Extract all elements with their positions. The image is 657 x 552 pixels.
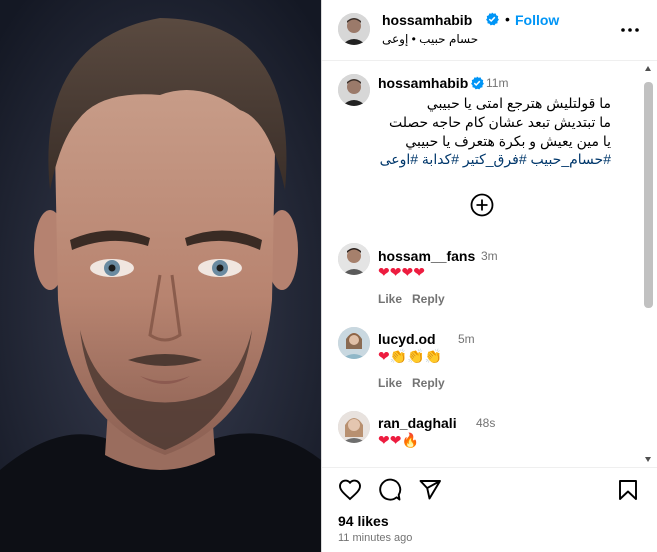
instagram-post-modal: hossamhabib • Follow حسام حبيب • إوعى ho… (0, 0, 657, 552)
post-side-panel: hossamhabib • Follow حسام حبيب • إوعى ho… (321, 0, 657, 552)
caption-avatar-image (338, 74, 370, 106)
comments-scrollbar[interactable] (644, 63, 653, 465)
bookmark-icon[interactable] (616, 478, 640, 502)
commenter-avatar-image (338, 243, 370, 275)
comment-avatar[interactable] (338, 327, 370, 359)
comment-time: 48s (476, 416, 496, 430)
comment-username[interactable]: ran_daghali (378, 415, 457, 431)
caption-line-3: يا مين يعيش و بكرة هتعرف يا حبيبي (405, 133, 611, 149)
comment-text: ❤👏👏👏 (378, 348, 443, 364)
comment-like-button[interactable]: Like (378, 292, 402, 306)
caption-hashtags[interactable]: #حسام_حبيب #فرق_كتير #كدابة #اوعى (380, 151, 611, 168)
follow-button[interactable]: Follow (515, 12, 559, 28)
caption-time: 11m (486, 76, 509, 90)
caption-verified-icon (471, 76, 484, 90)
verified-badge-icon (486, 12, 499, 26)
post-header: hossamhabib • Follow حسام حبيب • إوعى (322, 0, 657, 61)
comment-avatar[interactable] (338, 243, 370, 275)
author-avatar[interactable] (338, 13, 370, 45)
post-timestamp[interactable]: 11 minutes ago (338, 532, 412, 544)
share-icon[interactable] (418, 478, 442, 502)
audio-label[interactable]: حسام حبيب • إوعى (382, 32, 492, 46)
scroll-up-arrow-icon[interactable] (645, 66, 651, 71)
caption-line-1: ما قولتليش هترجع امتى يا حبيبي (426, 95, 611, 111)
like-heart-icon[interactable] (338, 478, 362, 502)
comment-like-button[interactable]: Like (378, 376, 402, 390)
comments-section[interactable]: hossamhabib 11m ما قولتليش هترجع امتى يا… (322, 61, 657, 467)
comment-reply-button[interactable]: Reply (412, 376, 445, 390)
caption-line-2: ما تبتديش تبعد عشان كام حاجه حصلت (388, 114, 611, 130)
author-username[interactable]: hossamhabib (382, 12, 472, 28)
comment-actions: Like Reply (378, 376, 455, 390)
comment-avatar[interactable] (338, 411, 370, 443)
commenter-avatar-image (338, 327, 370, 359)
caption-username[interactable]: hossamhabib (378, 75, 468, 91)
scroll-down-arrow-icon[interactable] (645, 457, 651, 462)
comment-text: ❤❤🔥 (378, 432, 419, 448)
comment-username[interactable]: hossam__fans (378, 248, 475, 264)
comment-reply-button[interactable]: Reply (412, 292, 445, 306)
header-separator: • (505, 11, 510, 27)
scroll-thumb[interactable] (644, 82, 653, 308)
caption-avatar[interactable] (338, 74, 370, 106)
comment-text: ❤❤❤❤ (378, 264, 425, 280)
likes-count[interactable]: 94 likes (338, 513, 389, 529)
post-actions-footer: 94 likes 11 minutes ago (322, 467, 657, 552)
comment-icon[interactable] (378, 478, 402, 502)
author-avatar-image (338, 13, 370, 45)
comment-time: 3m (481, 249, 498, 263)
more-options-icon[interactable] (618, 20, 642, 40)
portrait-photo (0, 0, 321, 552)
comment-time: 5m (458, 332, 475, 346)
post-media[interactable] (0, 0, 321, 552)
comment-actions: Like Reply (378, 292, 455, 306)
comment-username[interactable]: lucyd.od (378, 331, 436, 347)
load-more-comments-icon[interactable] (470, 193, 494, 217)
commenter-avatar-image (338, 411, 370, 443)
